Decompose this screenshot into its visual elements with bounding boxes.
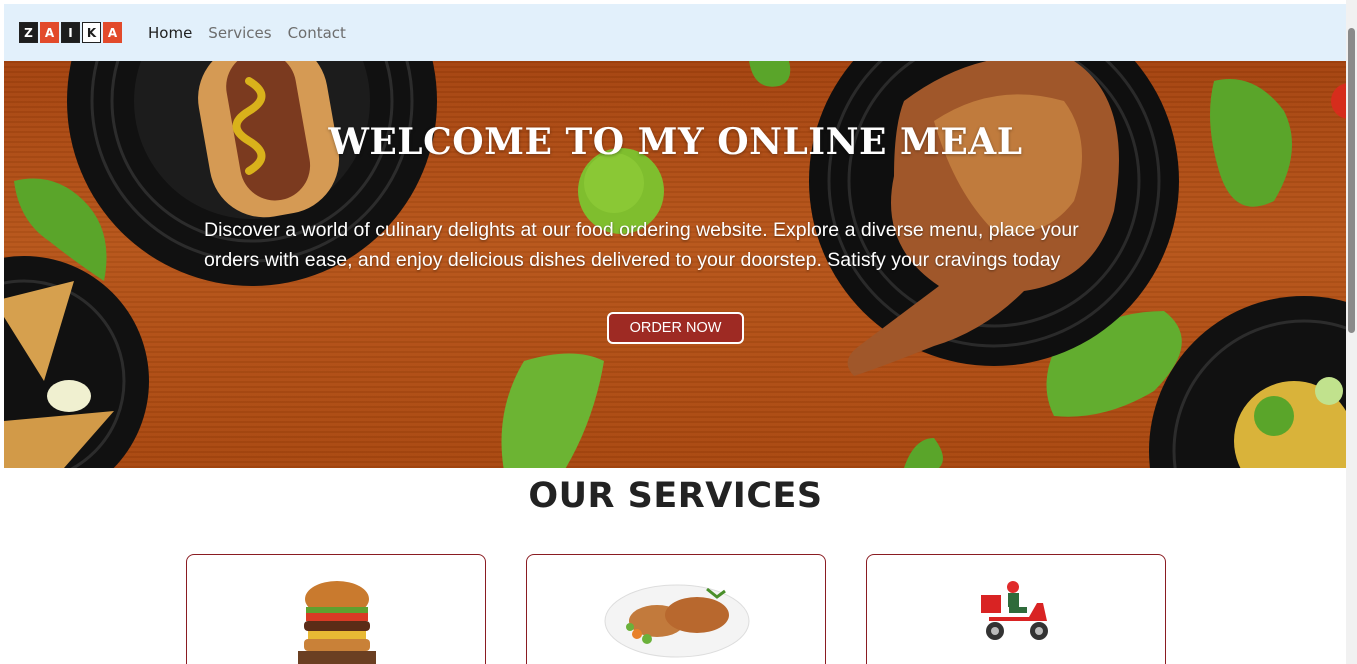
hero-title: WELCOME TO MY ONLINE MEAL (328, 121, 1023, 163)
nav-link-services[interactable]: Services (208, 24, 271, 42)
services-heading: OUR SERVICES (528, 476, 823, 516)
site-logo[interactable]: Z A I K A (19, 22, 122, 43)
tomato-image (1331, 83, 1347, 119)
chicken-plate-icon (604, 584, 750, 658)
service-card[interactable] (186, 554, 486, 664)
burger-icon (298, 581, 376, 664)
logo-letter: K (82, 22, 101, 43)
samosa-plate-image (4, 256, 149, 468)
lettuce-leaf (501, 353, 604, 468)
salad-plate-image (1149, 296, 1347, 468)
lettuce-leaf (749, 61, 791, 87)
nav-link-home[interactable]: Home (148, 24, 192, 42)
scrollbar-thumb[interactable] (1348, 28, 1355, 333)
logo-letter: A (103, 22, 122, 43)
page: Z A I K A Home Services Contact WELCOME … (4, 4, 1347, 664)
service-card[interactable] (866, 554, 1166, 664)
nav-link-contact[interactable]: Contact (288, 24, 346, 42)
logo-letter: A (40, 22, 59, 43)
page-scrollbar[interactable] (1346, 0, 1357, 664)
logo-letter: I (61, 22, 80, 43)
hero-banner: WELCOME TO MY ONLINE MEAL Discover a wor… (4, 61, 1347, 468)
delivery-scooter-icon (981, 581, 1048, 640)
logo-letter: Z (19, 22, 38, 43)
service-card[interactable] (526, 554, 826, 664)
hero-description: Discover a world of culinary delights at… (204, 219, 1079, 271)
lettuce-leaf (904, 438, 943, 468)
order-now-button[interactable]: ORDER NOW (607, 312, 744, 344)
services-cards (186, 554, 1166, 664)
navbar: Z A I K A Home Services Contact (4, 4, 1347, 61)
